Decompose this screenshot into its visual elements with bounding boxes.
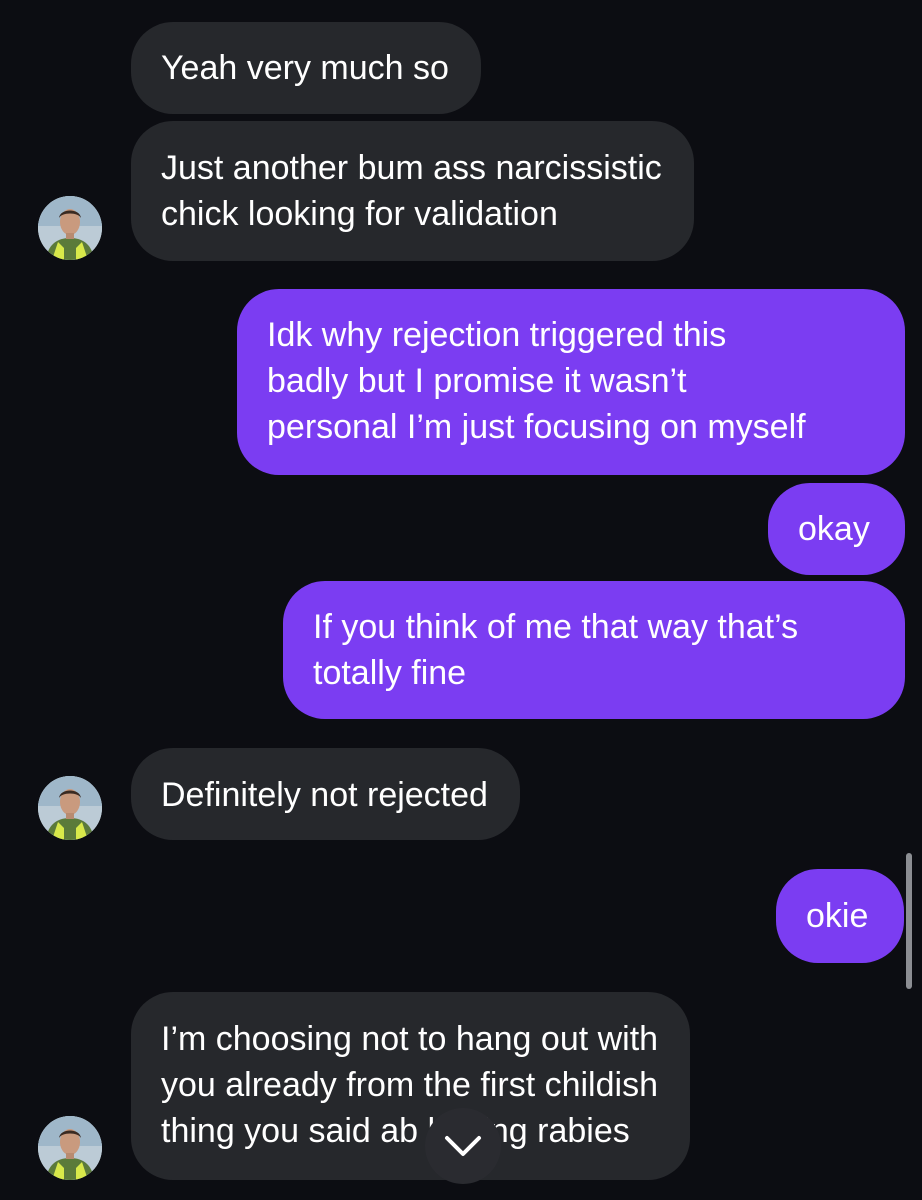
avatar-photo-icon xyxy=(38,1116,102,1180)
sender-avatar[interactable] xyxy=(38,1116,102,1180)
incoming-message-bubble[interactable]: Definitely not rejected xyxy=(131,748,520,840)
avatar-photo-icon xyxy=(38,196,102,260)
incoming-message-bubble[interactable]: I’m choosing not to hang out with you al… xyxy=(131,992,691,1180)
avatar-photo-icon xyxy=(38,776,102,840)
chat-thread[interactable]: Yeah very much so Just another bum ass n… xyxy=(0,0,922,1200)
outgoing-message-bubble[interactable]: okie xyxy=(776,869,904,963)
incoming-message-bubble[interactable]: Just another bum ass narcissistic chick … xyxy=(131,121,694,261)
chevron-down-icon xyxy=(445,1136,481,1156)
outgoing-message-bubble[interactable]: If you think of me that way that’s total… xyxy=(283,581,905,719)
incoming-message-bubble[interactable]: Yeah very much so xyxy=(131,22,481,114)
outgoing-message-bubble[interactable]: Idk why rejection triggered this badly b… xyxy=(237,289,905,475)
scrollbar-thumb[interactable] xyxy=(906,853,912,989)
outgoing-message-bubble[interactable]: okay xyxy=(768,483,905,575)
sender-avatar[interactable] xyxy=(38,776,102,840)
scroll-to-bottom-button[interactable] xyxy=(425,1108,501,1184)
sender-avatar[interactable] xyxy=(38,196,102,260)
